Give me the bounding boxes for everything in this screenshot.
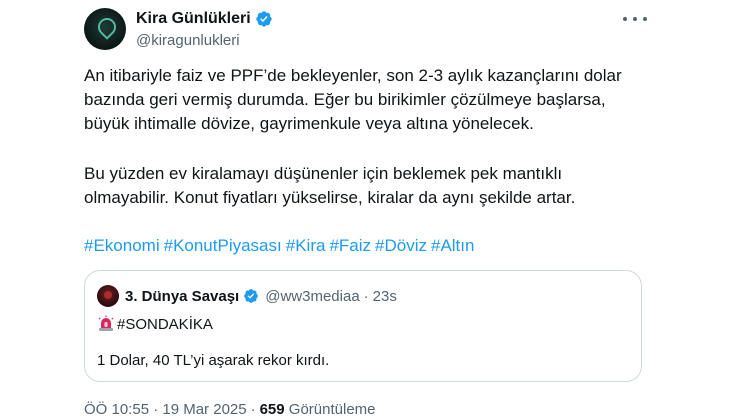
post-paragraph-1: An itibariyle faiz ve PPF’de bekleyenler… — [84, 64, 644, 136]
hashtag-link[interactable]: #Kira — [286, 236, 326, 255]
author-display-name[interactable]: Kira Günlükleri — [136, 10, 251, 28]
verified-badge-icon — [256, 11, 272, 27]
post-text-line: bazında geri vermiş durumda. Eğer bu bir… — [84, 90, 606, 109]
post-paragraph-2: Bu yüzden ev kiralamayı düşünenler için … — [84, 162, 644, 210]
more-dot — [623, 17, 627, 21]
more-dot — [633, 17, 637, 21]
quoted-separator: · — [363, 287, 369, 305]
rotating-light-emoji-icon — [98, 315, 114, 331]
hashtag-list: #Ekonomi #KonutPiyasası #Kira #Faiz #Döviz #A… — [84, 234, 474, 258]
meta-separator: · — [250, 401, 256, 418]
quoted-hashtag: #SONDAKİKA — [117, 315, 213, 333]
more-options-icon[interactable] — [623, 12, 647, 26]
post-timestamp[interactable]: ÖÖ 10:55 · 19 Mar 2025 — [84, 401, 247, 418]
hashtag-link[interactable]: #Döviz — [375, 236, 427, 255]
post-text-line: An itibariyle faiz ve PPF’de bekleyenler… — [84, 66, 622, 85]
post-text-line: büyük ihtimalle dövize, gayrimenkule vey… — [84, 114, 534, 133]
hashtag-link[interactable]: #Altın — [431, 236, 474, 255]
quoted-text-line-2: 1 Dolar, 40 TL’yi aşarak rekor kırdı. — [97, 352, 330, 369]
author-name-row: Kira Günlükleri — [136, 8, 273, 30]
hashtag-link[interactable]: #Faiz — [329, 236, 371, 255]
avatar-logo-icon — [94, 14, 120, 40]
quoted-post-card[interactable]: 3. Dünya Savaşı @ww3mediaa · 23s #SONDAK… — [84, 270, 642, 382]
tweet-post: Kira Günlükleri @kiragunlukleri An itiba… — [0, 0, 730, 420]
views-count: 659 — [259, 401, 285, 418]
author-avatar[interactable] — [84, 8, 126, 50]
author-handle[interactable]: @kiragunlukleri — [136, 32, 240, 49]
post-text-line: olmayabilir. Konut fiyatları yükselirse,… — [84, 188, 576, 207]
quoted-timestamp[interactable]: 23s — [373, 288, 397, 305]
quoted-author-name[interactable]: 3. Dünya Savaşı — [125, 288, 239, 305]
post-metadata: ÖÖ 10:55 · 19 Mar 2025 · 659 Görüntüleme — [84, 401, 376, 418]
hashtag-link[interactable]: #KonutPiyasası — [164, 236, 282, 255]
hashtag-link[interactable]: #Ekonomi — [84, 236, 160, 255]
quoted-text-line-1: #SONDAKİKA — [97, 313, 213, 335]
more-dot — [643, 17, 647, 21]
quoted-post-header: 3. Dünya Savaşı @ww3mediaa · 23s — [97, 285, 397, 307]
views-label: Görüntüleme — [288, 401, 376, 418]
quoted-author-avatar[interactable] — [97, 285, 119, 307]
quoted-author-handle[interactable]: @ww3mediaa — [265, 288, 359, 305]
verified-badge-icon — [244, 289, 259, 303]
post-text-line: Bu yüzden ev kiralamayı düşünenler için … — [84, 164, 563, 183]
